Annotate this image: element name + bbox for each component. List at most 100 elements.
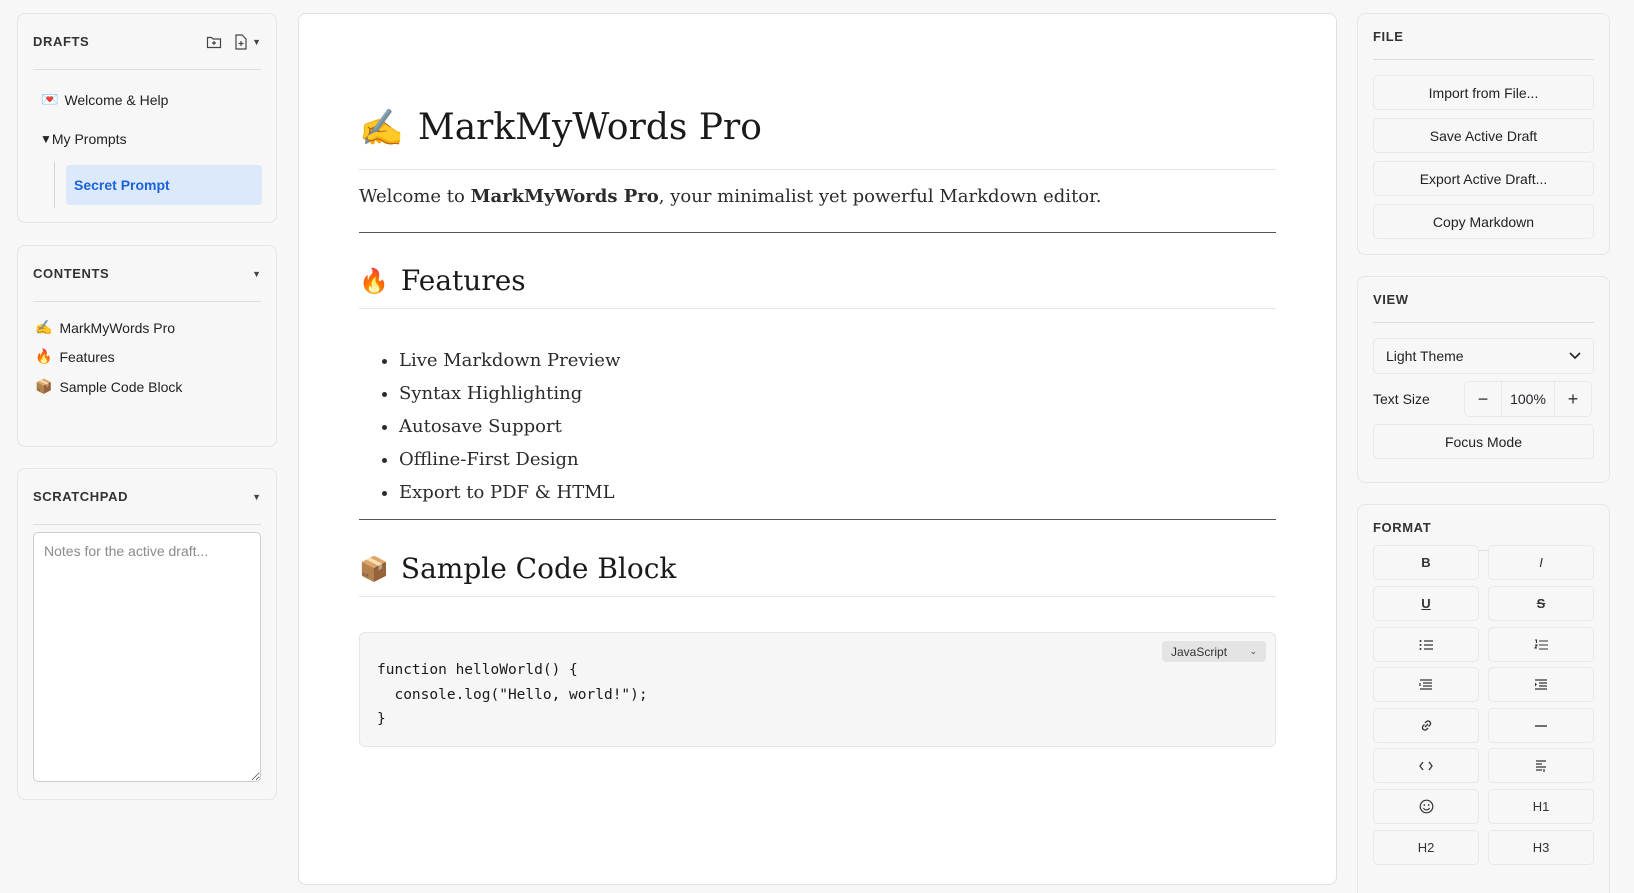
copy-markdown-button[interactable]: Copy Markdown <box>1373 204 1594 239</box>
text-size-value: 100% <box>1501 382 1555 416</box>
list-item: Live Markdown Preview <box>399 344 1276 377</box>
list-item: Offline-First Design <box>399 443 1276 476</box>
toc-item-title[interactable]: ✍️ MarkMyWords Pro <box>35 319 175 336</box>
collapse-caret-icon[interactable]: ▼ <box>252 269 261 279</box>
contents-panel: CONTENTS ▼ ✍️ MarkMyWords Pro 🔥 Features… <box>17 245 277 447</box>
smiley-icon <box>1419 799 1433 814</box>
save-draft-button[interactable]: Save Active Draft <box>1373 118 1594 153</box>
theme-label: Light Theme <box>1386 348 1464 364</box>
list-item: Syntax Highlighting <box>399 377 1276 410</box>
scratchpad-textarea[interactable] <box>33 532 261 782</box>
format-title: FORMAT <box>1373 520 1432 535</box>
code-icon <box>1419 761 1433 770</box>
expand-triangle-icon[interactable]: ▼ <box>40 132 52 146</box>
horizontal-rule-button[interactable] <box>1488 708 1594 743</box>
package-icon: 📦 <box>359 554 389 583</box>
scratchpad-panel: SCRATCHPAD ▼ <box>17 468 277 800</box>
toc-label: Sample Code Block <box>59 378 183 395</box>
intro-prefix: Welcome to <box>359 186 471 207</box>
chevron-down-icon: ⌄ <box>1249 646 1257 656</box>
italic-button[interactable]: I <box>1488 545 1594 580</box>
bullet-list-button[interactable] <box>1373 627 1479 662</box>
doc-heading-features: 🔥 Features <box>359 253 1276 309</box>
view-title: VIEW <box>1373 292 1409 307</box>
horizontal-rule <box>359 519 1276 520</box>
draft-item-secret-prompt[interactable]: Secret Prompt <box>66 165 262 205</box>
collapse-caret-icon[interactable]: ▼ <box>252 492 261 502</box>
list-item: Autosave Support <box>399 410 1276 443</box>
toc-item-features[interactable]: 🔥 Features <box>35 348 115 365</box>
features-title: Features <box>400 264 526 297</box>
underline-button[interactable]: U <box>1373 586 1479 621</box>
quote-icon <box>1419 678 1432 690</box>
folder-label: My Prompts <box>51 131 127 147</box>
bullet-list-icon <box>1419 639 1433 650</box>
text-size-row: Text Size − 100% + <box>1373 381 1594 417</box>
file-title: FILE <box>1373 29 1404 44</box>
inline-code-button[interactable] <box>1373 748 1479 783</box>
writing-hand-icon: ✍️ <box>359 107 404 149</box>
numbered-list-button[interactable] <box>1488 627 1594 662</box>
file-panel: FILE Import from File... Save Active Dra… <box>1357 13 1610 255</box>
chevron-down-icon[interactable]: ▼ <box>252 37 261 47</box>
tree-indent-line <box>54 162 55 208</box>
strikethrough-button[interactable]: S <box>1488 586 1594 621</box>
blockquote-button[interactable] <box>1373 667 1479 702</box>
horizontal-rule <box>359 232 1276 233</box>
package-icon: 📦 <box>35 378 53 394</box>
draft-item-label: Welcome & Help <box>64 91 169 108</box>
code-content: function helloWorld() { console.log("Hel… <box>377 662 648 727</box>
toc-icon <box>1536 759 1546 772</box>
drafts-title: DRAFTS <box>33 34 90 49</box>
emoji-button[interactable] <box>1373 789 1479 824</box>
heading-2-button[interactable]: H2 <box>1373 830 1479 865</box>
doc-intro-paragraph: Welcome to MarkMyWords Pro, your minimal… <box>359 186 1276 207</box>
drafts-header: DRAFTS ▼ <box>33 14 261 70</box>
love-letter-icon: 💌 <box>41 91 59 107</box>
view-header: VIEW <box>1373 277 1594 323</box>
decrease-size-button[interactable]: − <box>1465 382 1501 416</box>
code-title: Sample Code Block <box>400 552 677 585</box>
features-list: Live Markdown Preview Syntax Highlightin… <box>359 344 1276 509</box>
contents-header[interactable]: CONTENTS ▼ <box>33 246 261 302</box>
indent-icon <box>1535 678 1547 690</box>
new-file-icon[interactable]: ▼ <box>234 33 261 50</box>
code-language-select[interactable]: JavaScript ⌄ <box>1162 641 1266 662</box>
document-preview[interactable]: ✍️ MarkMyWords Pro Welcome to MarkMyWord… <box>298 13 1337 885</box>
intro-suffix: , your minimalist yet powerful Markdown … <box>658 186 1102 207</box>
draft-item-welcome[interactable]: 💌 Welcome & Help <box>41 91 168 108</box>
scratchpad-header[interactable]: SCRATCHPAD ▼ <box>33 469 261 525</box>
export-draft-button[interactable]: Export Active Draft... <box>1373 161 1594 196</box>
code-block[interactable]: function helloWorld() { console.log("Hel… <box>359 632 1276 747</box>
intro-bold: MarkMyWords Pro <box>470 186 659 207</box>
writing-hand-icon: ✍️ <box>35 319 53 335</box>
toc-item-code[interactable]: 📦 Sample Code Block <box>35 378 182 395</box>
text-size-label: Text Size <box>1373 391 1430 407</box>
toc-label: Features <box>59 348 115 365</box>
scratchpad-title: SCRATCHPAD <box>33 489 129 504</box>
focus-mode-button[interactable]: Focus Mode <box>1373 424 1594 459</box>
fire-icon: 🔥 <box>359 266 389 295</box>
horizontal-rule-icon <box>1535 724 1547 727</box>
import-file-button[interactable]: Import from File... <box>1373 75 1594 110</box>
increase-size-button[interactable]: + <box>1555 382 1591 416</box>
heading-3-button[interactable]: H3 <box>1488 830 1594 865</box>
new-folder-icon[interactable] <box>206 34 222 50</box>
indent-button[interactable] <box>1488 667 1594 702</box>
contents-title: CONTENTS <box>33 266 110 281</box>
list-item: Export to PDF & HTML <box>399 476 1276 509</box>
bold-button[interactable]: B <box>1373 545 1479 580</box>
text-size-stepper: − 100% + <box>1464 381 1592 417</box>
chevron-down-icon <box>1569 352 1581 360</box>
fire-icon: 🔥 <box>35 348 53 364</box>
table-of-contents-button[interactable] <box>1488 748 1594 783</box>
view-panel: VIEW Light Theme Text Size − 100% + Focu… <box>1357 276 1610 483</box>
theme-select[interactable]: Light Theme <box>1373 338 1594 374</box>
doc-title: MarkMyWords Pro <box>417 107 762 148</box>
numbered-list-icon <box>1534 638 1548 650</box>
draft-folder-my-prompts[interactable]: ▼ My Prompts <box>40 131 127 147</box>
heading-1-button[interactable]: H1 <box>1488 789 1594 824</box>
format-panel: FORMAT B I U S H1 H2 H3 <box>1357 504 1610 893</box>
link-button[interactable] <box>1373 708 1479 743</box>
drafts-panel: DRAFTS ▼ 💌 Welcome & Help ▼ My Prompts S… <box>17 13 277 223</box>
